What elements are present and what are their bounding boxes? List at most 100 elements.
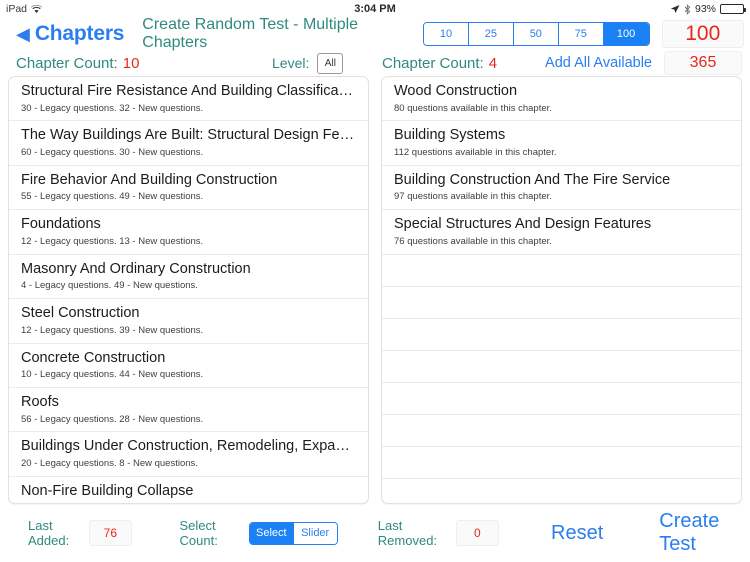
status-bar-time: 3:04 PM bbox=[354, 3, 396, 15]
list-item-subtitle: 60 - Legacy questions. 30 - New question… bbox=[21, 146, 204, 158]
right-chapter-count-label: Chapter Count: bbox=[382, 54, 484, 72]
selected-chapters-list[interactable]: Wood Construction 80 questions available … bbox=[382, 77, 741, 503]
list-item[interactable]: Building Systems 112 questions available … bbox=[382, 121, 741, 166]
chevron-left-icon: ◀ bbox=[16, 24, 30, 44]
list-item[interactable]: The Way Buildings Are Built: Structural … bbox=[9, 121, 368, 166]
list-item-title: Buildings Under Construction, Remodeling… bbox=[21, 438, 356, 455]
left-chapter-count-group: Chapter Count: 10 bbox=[16, 55, 139, 72]
list-item[interactable]: Non-Fire Building Collapse0 - Legacy que… bbox=[9, 477, 368, 503]
last-removed-label: Last Removed: bbox=[377, 518, 438, 548]
last-removed-value-box: 0 bbox=[455, 520, 500, 546]
level-label: Level: bbox=[272, 55, 310, 71]
bluetooth-icon bbox=[684, 3, 691, 15]
list-item-title: Masonry And Ordinary Construction bbox=[21, 260, 251, 277]
status-bar-right: 93% bbox=[670, 3, 746, 15]
navigation-bar: ◀ Chapters Create Random Test - Multiple… bbox=[0, 16, 750, 51]
segment-50[interactable]: 50 bbox=[513, 23, 559, 45]
panels-container: Structural Fire Resistance And Building … bbox=[0, 76, 750, 504]
back-button-chapters[interactable]: ◀ Chapters bbox=[16, 22, 124, 46]
right-chapter-count-value: 4 bbox=[488, 54, 498, 72]
list-item-title: The Way Buildings Are Built: Structural … bbox=[21, 127, 356, 144]
list-item-title: Building Construction And The Fire Servi… bbox=[394, 171, 671, 188]
level-group: Level: All bbox=[272, 52, 344, 74]
add-all-group: Add All Available 365 bbox=[545, 51, 742, 75]
list-item-title: Foundations bbox=[21, 216, 101, 233]
list-item-title: Structural Fire Resistance And Building … bbox=[21, 83, 356, 99]
list-item-empty bbox=[382, 447, 741, 479]
list-item-title: Fire Behavior And Building Construction bbox=[21, 171, 278, 188]
list-item-subtitle: 12 - Legacy questions. 39 - New question… bbox=[21, 324, 204, 336]
last-added-group: Last Added: 76 bbox=[28, 518, 132, 548]
status-bar-left: iPad bbox=[6, 3, 43, 15]
list-item-title: Non-Fire Building Collapse bbox=[21, 482, 194, 499]
page-title: Create Random Test - Multiple Chapters bbox=[142, 16, 359, 51]
list-item-title: Steel Construction bbox=[21, 305, 140, 322]
list-item-title: Building Systems bbox=[394, 127, 506, 144]
list-item-subtitle: 20 - Legacy questions. 8 - New questions… bbox=[21, 457, 198, 469]
segment-slider[interactable]: Slider bbox=[293, 522, 337, 544]
list-item[interactable]: Concrete Construction 10 - Legacy questio… bbox=[9, 344, 368, 388]
list-item-empty bbox=[382, 255, 741, 287]
device-name: iPad bbox=[6, 3, 28, 15]
last-removed-group: Last Removed: 0 bbox=[377, 518, 500, 548]
level-button[interactable]: All bbox=[317, 52, 344, 74]
reset-button[interactable]: Reset bbox=[551, 522, 603, 545]
list-item[interactable]: Fire Behavior And Building Construction 5… bbox=[9, 166, 368, 211]
list-item[interactable]: Roofs 56 - Legacy questions. 28 - New que… bbox=[9, 388, 368, 433]
list-item-empty bbox=[382, 319, 741, 351]
list-item-subtitle: 56 - Legacy questions. 28 - New question… bbox=[21, 413, 204, 425]
list-item-title: Wood Construction bbox=[394, 83, 518, 99]
list-item-title: Special Structures And Design Features bbox=[394, 216, 652, 233]
list-item[interactable]: Special Structures And Design Features 76… bbox=[382, 210, 741, 255]
battery-icon bbox=[720, 4, 746, 14]
selected-chapters-panel: Wood Construction 80 questions available … bbox=[381, 76, 742, 504]
list-item[interactable]: Foundations 12 - Legacy questions. 13 - N… bbox=[9, 210, 368, 255]
list-item-title: Roofs bbox=[21, 393, 59, 410]
available-chapters-list[interactable]: Structural Fire Resistance And Building … bbox=[9, 77, 368, 503]
list-item-subtitle: 12 - Legacy questions. 13 - New question… bbox=[21, 235, 204, 247]
list-item[interactable]: Buildings Under Construction, Remodeling… bbox=[9, 432, 368, 477]
select-mode-segmented-control[interactable]: Select Slider bbox=[249, 521, 338, 545]
list-item[interactable]: Masonry And Ordinary Construction 4 - Leg… bbox=[9, 255, 368, 300]
bottom-toolbar: Last Added: 76 Select Count: Select Slid… bbox=[0, 504, 750, 562]
list-item-subtitle: 30 - Legacy questions. 32 - New question… bbox=[21, 102, 204, 114]
select-count-group: Select Count: Select Slider bbox=[180, 518, 338, 548]
list-item-subtitle: 80 questions available in this chapter. bbox=[394, 102, 552, 114]
app-screen: iPad 3:04 PM 93% ◀ Chapters Create Rando… bbox=[0, 0, 750, 562]
add-all-available-button[interactable]: Add All Available bbox=[545, 55, 652, 71]
segment-select[interactable]: Select bbox=[250, 522, 294, 544]
segment-10[interactable]: 10 bbox=[424, 23, 469, 45]
list-item[interactable]: Structural Fire Resistance And Building … bbox=[9, 77, 368, 122]
segment-25[interactable]: 25 bbox=[468, 23, 514, 45]
list-item-subtitle: 4 - Legacy questions. 49 - New questions… bbox=[21, 280, 198, 292]
left-chapter-count-value: 10 bbox=[122, 54, 140, 72]
last-added-label: Last Added: bbox=[28, 518, 70, 548]
left-chapter-count-label: Chapter Count: bbox=[16, 54, 118, 72]
list-item-title: Concrete Construction bbox=[21, 349, 166, 366]
sub-header-bar: Chapter Count: 10 Level: All Chapter Cou… bbox=[0, 50, 750, 76]
list-item-empty bbox=[382, 383, 741, 415]
selected-question-count-box: 100 bbox=[661, 20, 744, 48]
list-item[interactable]: Steel Construction 12 - Legacy questions.… bbox=[9, 299, 368, 344]
list-item-subtitle: 10 - Legacy questions. 44 - New question… bbox=[21, 369, 204, 381]
list-item[interactable]: Wood Construction 80 questions available … bbox=[382, 77, 741, 122]
list-item[interactable]: Building Construction And The Fire Servi… bbox=[382, 166, 741, 211]
right-chapter-count-group: Chapter Count: 4 bbox=[382, 55, 497, 72]
create-test-button[interactable]: Create Test bbox=[659, 510, 740, 556]
list-item-empty bbox=[382, 351, 741, 383]
last-added-value-box: 76 bbox=[89, 520, 132, 546]
list-item-empty bbox=[382, 287, 741, 319]
list-item-empty bbox=[382, 479, 741, 503]
list-item-empty bbox=[382, 415, 741, 447]
list-item-subtitle: 76 questions available in this chapter. bbox=[394, 235, 552, 247]
battery-percent-label: 93% bbox=[694, 3, 716, 15]
back-button-label: Chapters bbox=[34, 22, 125, 45]
list-item-subtitle: 97 questions available in this chapter. bbox=[394, 191, 552, 203]
segment-75[interactable]: 75 bbox=[558, 23, 604, 45]
available-chapters-panel: Structural Fire Resistance And Building … bbox=[8, 76, 369, 504]
list-item-subtitle: 112 questions available in this chapter. bbox=[394, 146, 557, 158]
question-count-segmented-control[interactable]: 10 25 50 75 100 bbox=[423, 22, 650, 46]
list-item-subtitle: 55 - Legacy questions. 49 - New question… bbox=[21, 191, 204, 203]
segment-100[interactable]: 100 bbox=[603, 23, 649, 45]
location-arrow-icon bbox=[670, 4, 680, 14]
